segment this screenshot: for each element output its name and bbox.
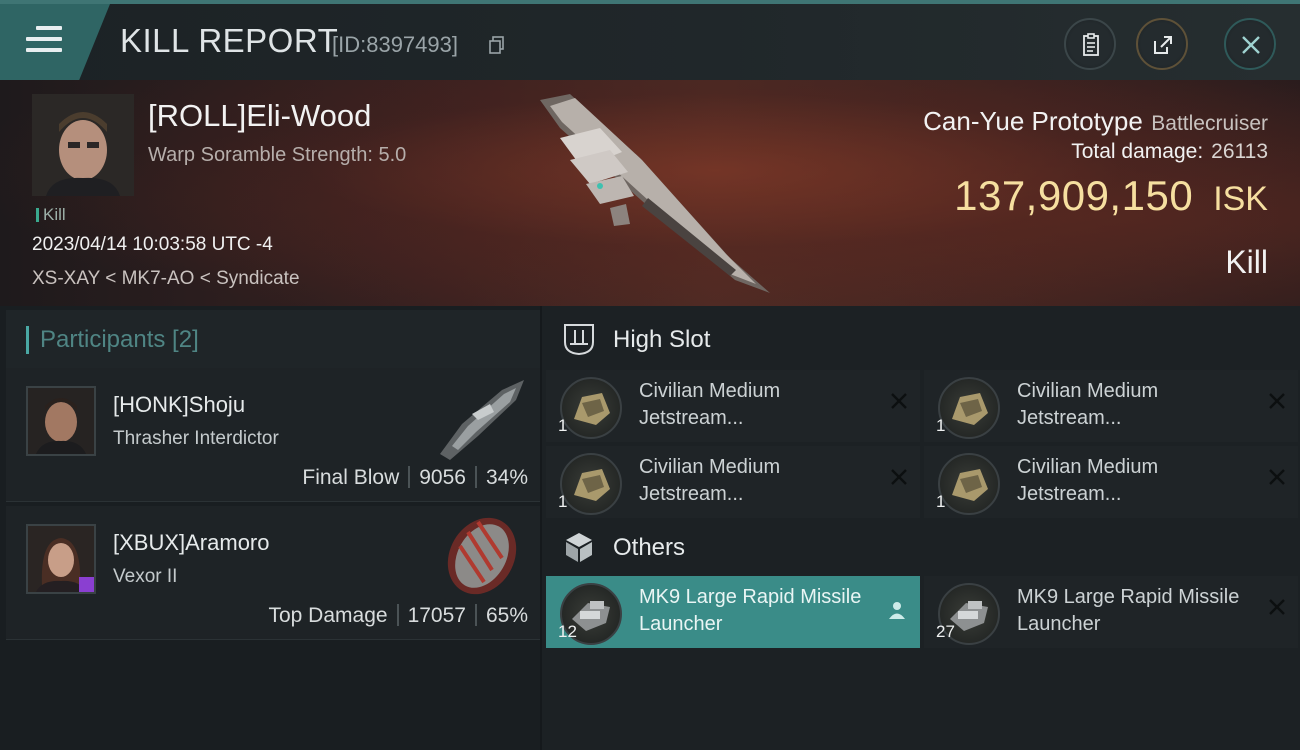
- participant-stats: Final Blow 9056 34%: [302, 466, 528, 490]
- module-name: Civilian Medium Jetstream...: [1017, 456, 1159, 505]
- module-item[interactable]: 1 Civilian Medium Jetstream...: [546, 446, 920, 518]
- module-name: MK9 Large Rapid Missile Launcher: [1017, 586, 1240, 635]
- kill-tag: Kill: [36, 205, 66, 225]
- clipboard-button[interactable]: [1064, 18, 1116, 70]
- total-damage-label: Total damage:: [1071, 140, 1204, 163]
- victim-ship-name[interactable]: Can-Yue Prototype: [923, 106, 1143, 136]
- copy-icon[interactable]: [489, 36, 505, 54]
- module-item[interactable]: 1 Civilian Medium Jetstream...: [546, 370, 920, 442]
- kill-datetime: 2023/04/14 10:03:58 UTC -4: [32, 234, 273, 255]
- avatar[interactable]: [26, 386, 96, 456]
- total-damage: Total damage: 26113: [1071, 140, 1268, 164]
- participant-percent: 34%: [485, 466, 528, 489]
- participant-damage: 17057: [407, 604, 466, 627]
- module-icon: [938, 453, 1000, 515]
- close-icon: [1242, 36, 1260, 54]
- character-badge-icon: [79, 577, 94, 592]
- participant-stats: Top Damage 17057 65%: [268, 604, 528, 628]
- module-quantity: 12: [558, 622, 577, 641]
- participant-card[interactable]: [HONK]Shoju Thrasher Interdictor Final B…: [6, 368, 540, 502]
- total-damage-value: 26113: [1211, 140, 1268, 163]
- x-icon[interactable]: [1268, 468, 1286, 486]
- person-icon[interactable]: [888, 600, 906, 620]
- module-name: Civilian Medium Jetstream...: [639, 456, 781, 505]
- participant-ship: Thrasher Interdictor: [113, 428, 279, 449]
- participant-role: Top Damage: [268, 604, 388, 627]
- victim-name[interactable]: [ROLL]Eli-Wood: [148, 98, 371, 134]
- victim-ship-line: Can-Yue Prototype Battlecruiser: [923, 106, 1268, 137]
- participant-ship-image: [447, 517, 517, 595]
- victim-portrait[interactable]: [32, 94, 134, 196]
- result-label: Kill: [1225, 244, 1268, 280]
- x-icon[interactable]: [890, 392, 908, 410]
- victim-ship-image: [540, 94, 770, 293]
- isk-value-line: 137,909,150 ISK: [954, 172, 1268, 220]
- module-item-selected[interactable]: 12 MK9 Large Rapid Missile Launcher: [546, 576, 920, 648]
- share-button[interactable]: [1136, 18, 1188, 70]
- avatar[interactable]: [26, 524, 96, 594]
- participant-percent: 65%: [485, 604, 528, 627]
- module-icon: [560, 453, 622, 515]
- x-icon[interactable]: [1268, 598, 1286, 616]
- isk-value: 137,909,150: [954, 172, 1194, 219]
- participants-header[interactable]: Participants [2]: [6, 310, 540, 368]
- module-quantity: 27: [936, 622, 955, 641]
- page-title: KILL REPORT: [120, 22, 339, 59]
- others-title: Others: [613, 534, 686, 561]
- report-id: [ID:8397493]: [332, 32, 458, 57]
- participant-name: [XBUX]Aramoro: [113, 530, 270, 555]
- participant-ship: Vexor II: [113, 566, 178, 587]
- cube-icon: [566, 533, 592, 562]
- module-name: Civilian Medium Jetstream...: [1017, 380, 1159, 429]
- close-button[interactable]: [1224, 18, 1276, 70]
- module-quantity: 1: [936, 492, 946, 511]
- high-slot-icon: [564, 324, 594, 356]
- participant-ship-image: [440, 380, 524, 460]
- x-icon[interactable]: [1268, 392, 1286, 410]
- warp-scramble-strength: Warp Soramble Strength: 5.0: [148, 144, 407, 166]
- isk-unit: ISK: [1213, 180, 1268, 218]
- victim-ship-class: Battlecruiser: [1151, 112, 1268, 135]
- participant-name: [HONK]Shoju: [113, 392, 246, 417]
- module-item[interactable]: 27 MK9 Large Rapid Missile Launcher: [924, 576, 1298, 648]
- hamburger-menu-icon: [26, 26, 62, 56]
- clipboard-icon: [1083, 33, 1099, 56]
- participant-damage: 9056: [419, 466, 466, 489]
- participant-role: Final Blow: [302, 466, 400, 489]
- module-quantity: 1: [558, 492, 568, 511]
- module-item[interactable]: 1 Civilian Medium Jetstream...: [924, 370, 1298, 442]
- module-icon: [938, 377, 1000, 439]
- module-quantity: 1: [936, 416, 946, 435]
- participants-title: Participants [2]: [40, 326, 199, 353]
- module-item[interactable]: 1 Civilian Medium Jetstream...: [924, 446, 1298, 518]
- x-icon[interactable]: [890, 468, 908, 486]
- share-icon: [1154, 36, 1172, 54]
- high-slot-header: High Slot: [546, 310, 1300, 370]
- others-header: Others: [546, 518, 1300, 578]
- module-name: MK9 Large Rapid Missile Launcher: [639, 586, 862, 635]
- module-icon: [560, 377, 622, 439]
- participant-card[interactable]: [XBUX]Aramoro Vexor II Top Damage 17057 65…: [6, 506, 540, 640]
- high-slot-title: High Slot: [613, 326, 711, 353]
- module-name: Civilian Medium Jetstream...: [639, 380, 781, 429]
- kill-location[interactable]: XS-XAY < MK7-AO < Syndicate: [32, 268, 300, 290]
- module-quantity: 1: [558, 416, 568, 435]
